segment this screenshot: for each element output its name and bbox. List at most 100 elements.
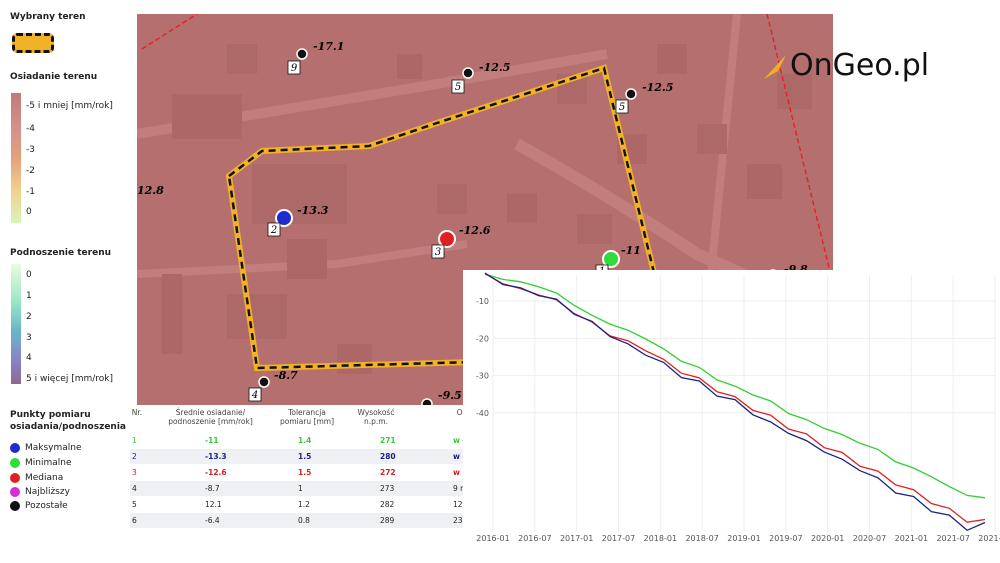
uplift-tick: 2	[26, 312, 32, 322]
subsidence-legend-title: Osiadanie terenu	[10, 72, 98, 82]
x-tick-label: 2019-01	[727, 534, 760, 543]
row-nr: 2	[132, 452, 137, 461]
row-tolerance: 1.2	[298, 500, 310, 509]
measure-point-9[interactable]: 9 -17.1	[287, 40, 344, 75]
point-id-label: 2	[270, 225, 277, 236]
x-tick-label: 2017-07	[602, 534, 635, 543]
series-line-0	[484, 273, 986, 499]
header-tolerance: Tolerancja pomiaru [mm]	[279, 408, 335, 426]
nearest-point-swatch	[10, 487, 20, 497]
row-average: -6.4	[205, 516, 220, 525]
point-id-label: 9	[291, 63, 298, 74]
subsidence-tick: -2	[26, 166, 35, 176]
subsidence-tick: -5 i mniej [mm/rok]	[26, 101, 113, 111]
subsidence-gradient	[11, 93, 21, 223]
x-tick-label: 2018-07	[685, 534, 718, 543]
subsidence-tick: -1	[26, 187, 35, 197]
point-type-label: Najbliższy	[25, 487, 70, 497]
x-tick-label: 2016-07	[518, 534, 551, 543]
row-average: -13.3	[205, 452, 227, 461]
point-type-label: Pozostałe	[25, 501, 68, 511]
measure-point-5[interactable]: 5 -12.5	[615, 81, 673, 114]
x-tick-label: 2019-07	[769, 534, 802, 543]
displacement-chart: 2016-01 2016-07 2017-01 2017-07 2018-01 2018-…	[463, 270, 1000, 563]
point-value-label: -12.6	[459, 224, 491, 237]
row-tolerance: 1.5	[298, 452, 312, 461]
y-tick-label: -30	[476, 372, 489, 381]
x-tick-label: 2020-01	[811, 534, 844, 543]
chart-canvas: 2016-01 2016-07 2017-01 2017-07 2018-01 2018-…	[476, 272, 1000, 543]
row-nr: 3	[132, 468, 137, 477]
logo-text: OnGeo.pl	[790, 48, 930, 83]
x-tick-label: 2018-01	[644, 534, 677, 543]
row-altitude: 271	[380, 436, 396, 445]
header-nr: Nr.	[131, 408, 143, 417]
ongeo-report-view: Wybrany teren Osiadanie terenu -5 i mnie…	[0, 0, 1000, 563]
point-value-label: -12.5	[479, 61, 510, 74]
logo-mark-icon	[764, 54, 786, 79]
x-tick-label: 2016-01	[476, 534, 509, 543]
map-edge-value: 12.8	[137, 184, 164, 197]
parcel-line	[141, 14, 198, 50]
row-average: 12.1	[205, 500, 222, 509]
x-tick-label: 2021-07	[936, 534, 969, 543]
point-type-label: Maksymalne	[25, 443, 82, 453]
x-tick-label: 2021-01	[895, 534, 928, 543]
row-altitude: 282	[380, 500, 395, 509]
row-altitude: 273	[380, 484, 395, 493]
row-nr: 4	[132, 484, 137, 493]
header-altitude: Wysokość n.p.m.	[357, 408, 395, 426]
point-id-label: 4	[251, 390, 258, 401]
point-id-label: 5	[619, 102, 625, 113]
header-average: Średnie osiadanie/ podnoszenie [mm/rok]	[168, 408, 253, 426]
uplift-legend-title: Podnoszenie terenu	[10, 248, 112, 258]
uplift-tick: 0	[26, 270, 32, 280]
x-tick-label: 2017-01	[560, 534, 593, 543]
x-tick-label: 2020-07	[853, 534, 886, 543]
other-point-swatch	[10, 501, 20, 511]
subsidence-tick: -3	[26, 145, 35, 155]
row-nr: 1	[132, 436, 137, 445]
point-value-label: -17.1	[313, 40, 344, 53]
y-tick-label: -40	[476, 409, 489, 418]
point-value-label: -12.5	[642, 81, 673, 94]
y-tick-label: -20	[476, 334, 489, 343]
row-tolerance: 1.4	[298, 436, 312, 445]
x-tick-label: 2021-12	[978, 534, 1000, 543]
row-tolerance: 1.5	[298, 468, 312, 477]
max-point-swatch	[10, 443, 20, 453]
point-value-label: -8.7	[274, 369, 298, 382]
row-nr: 6	[132, 516, 137, 525]
point-value-label: -13.3	[297, 204, 329, 217]
uplift-tick: 1	[26, 291, 32, 301]
row-altitude: 272	[380, 468, 396, 477]
uplift-gradient	[11, 264, 21, 384]
point-id-label: 5	[455, 82, 461, 93]
median-point-swatch	[10, 473, 20, 483]
y-tick-label: -10	[476, 297, 489, 306]
subsidence-tick: -4	[26, 124, 35, 134]
min-point-swatch	[10, 458, 20, 468]
selected-area-swatch	[12, 33, 54, 53]
point-type-label: Minimalne	[25, 458, 72, 468]
subsidence-tick: 0	[26, 207, 32, 217]
uplift-tick: 3	[26, 333, 32, 343]
point-id-label: 3	[435, 247, 441, 258]
measure-point-4[interactable]: 4 -8.7	[248, 369, 298, 402]
ongeo-logo[interactable]: OnGeo.pl	[760, 48, 929, 83]
map-legend: Wybrany teren Osiadanie terenu -5 i mnie…	[0, 0, 135, 563]
row-average: -11	[205, 436, 219, 445]
row-tolerance: 0.8	[298, 516, 310, 525]
row-average: -8.7	[205, 484, 220, 493]
uplift-tick: 4	[26, 353, 32, 363]
point-value-label: -9.5	[438, 389, 462, 402]
series-line-1	[484, 273, 986, 523]
points-legend-title: Punkty pomiaru	[10, 410, 91, 420]
row-altitude: 280	[380, 452, 396, 461]
uplift-tick: 5 i więcej [mm/rok]	[26, 374, 114, 384]
point-value-label: -11	[621, 244, 641, 257]
row-tolerance: 1	[298, 484, 303, 493]
point-type-label: Mediana	[25, 473, 64, 483]
points-legend-subtitle: osiadania/podnoszenia	[10, 422, 126, 432]
series-line-2	[484, 272, 986, 532]
